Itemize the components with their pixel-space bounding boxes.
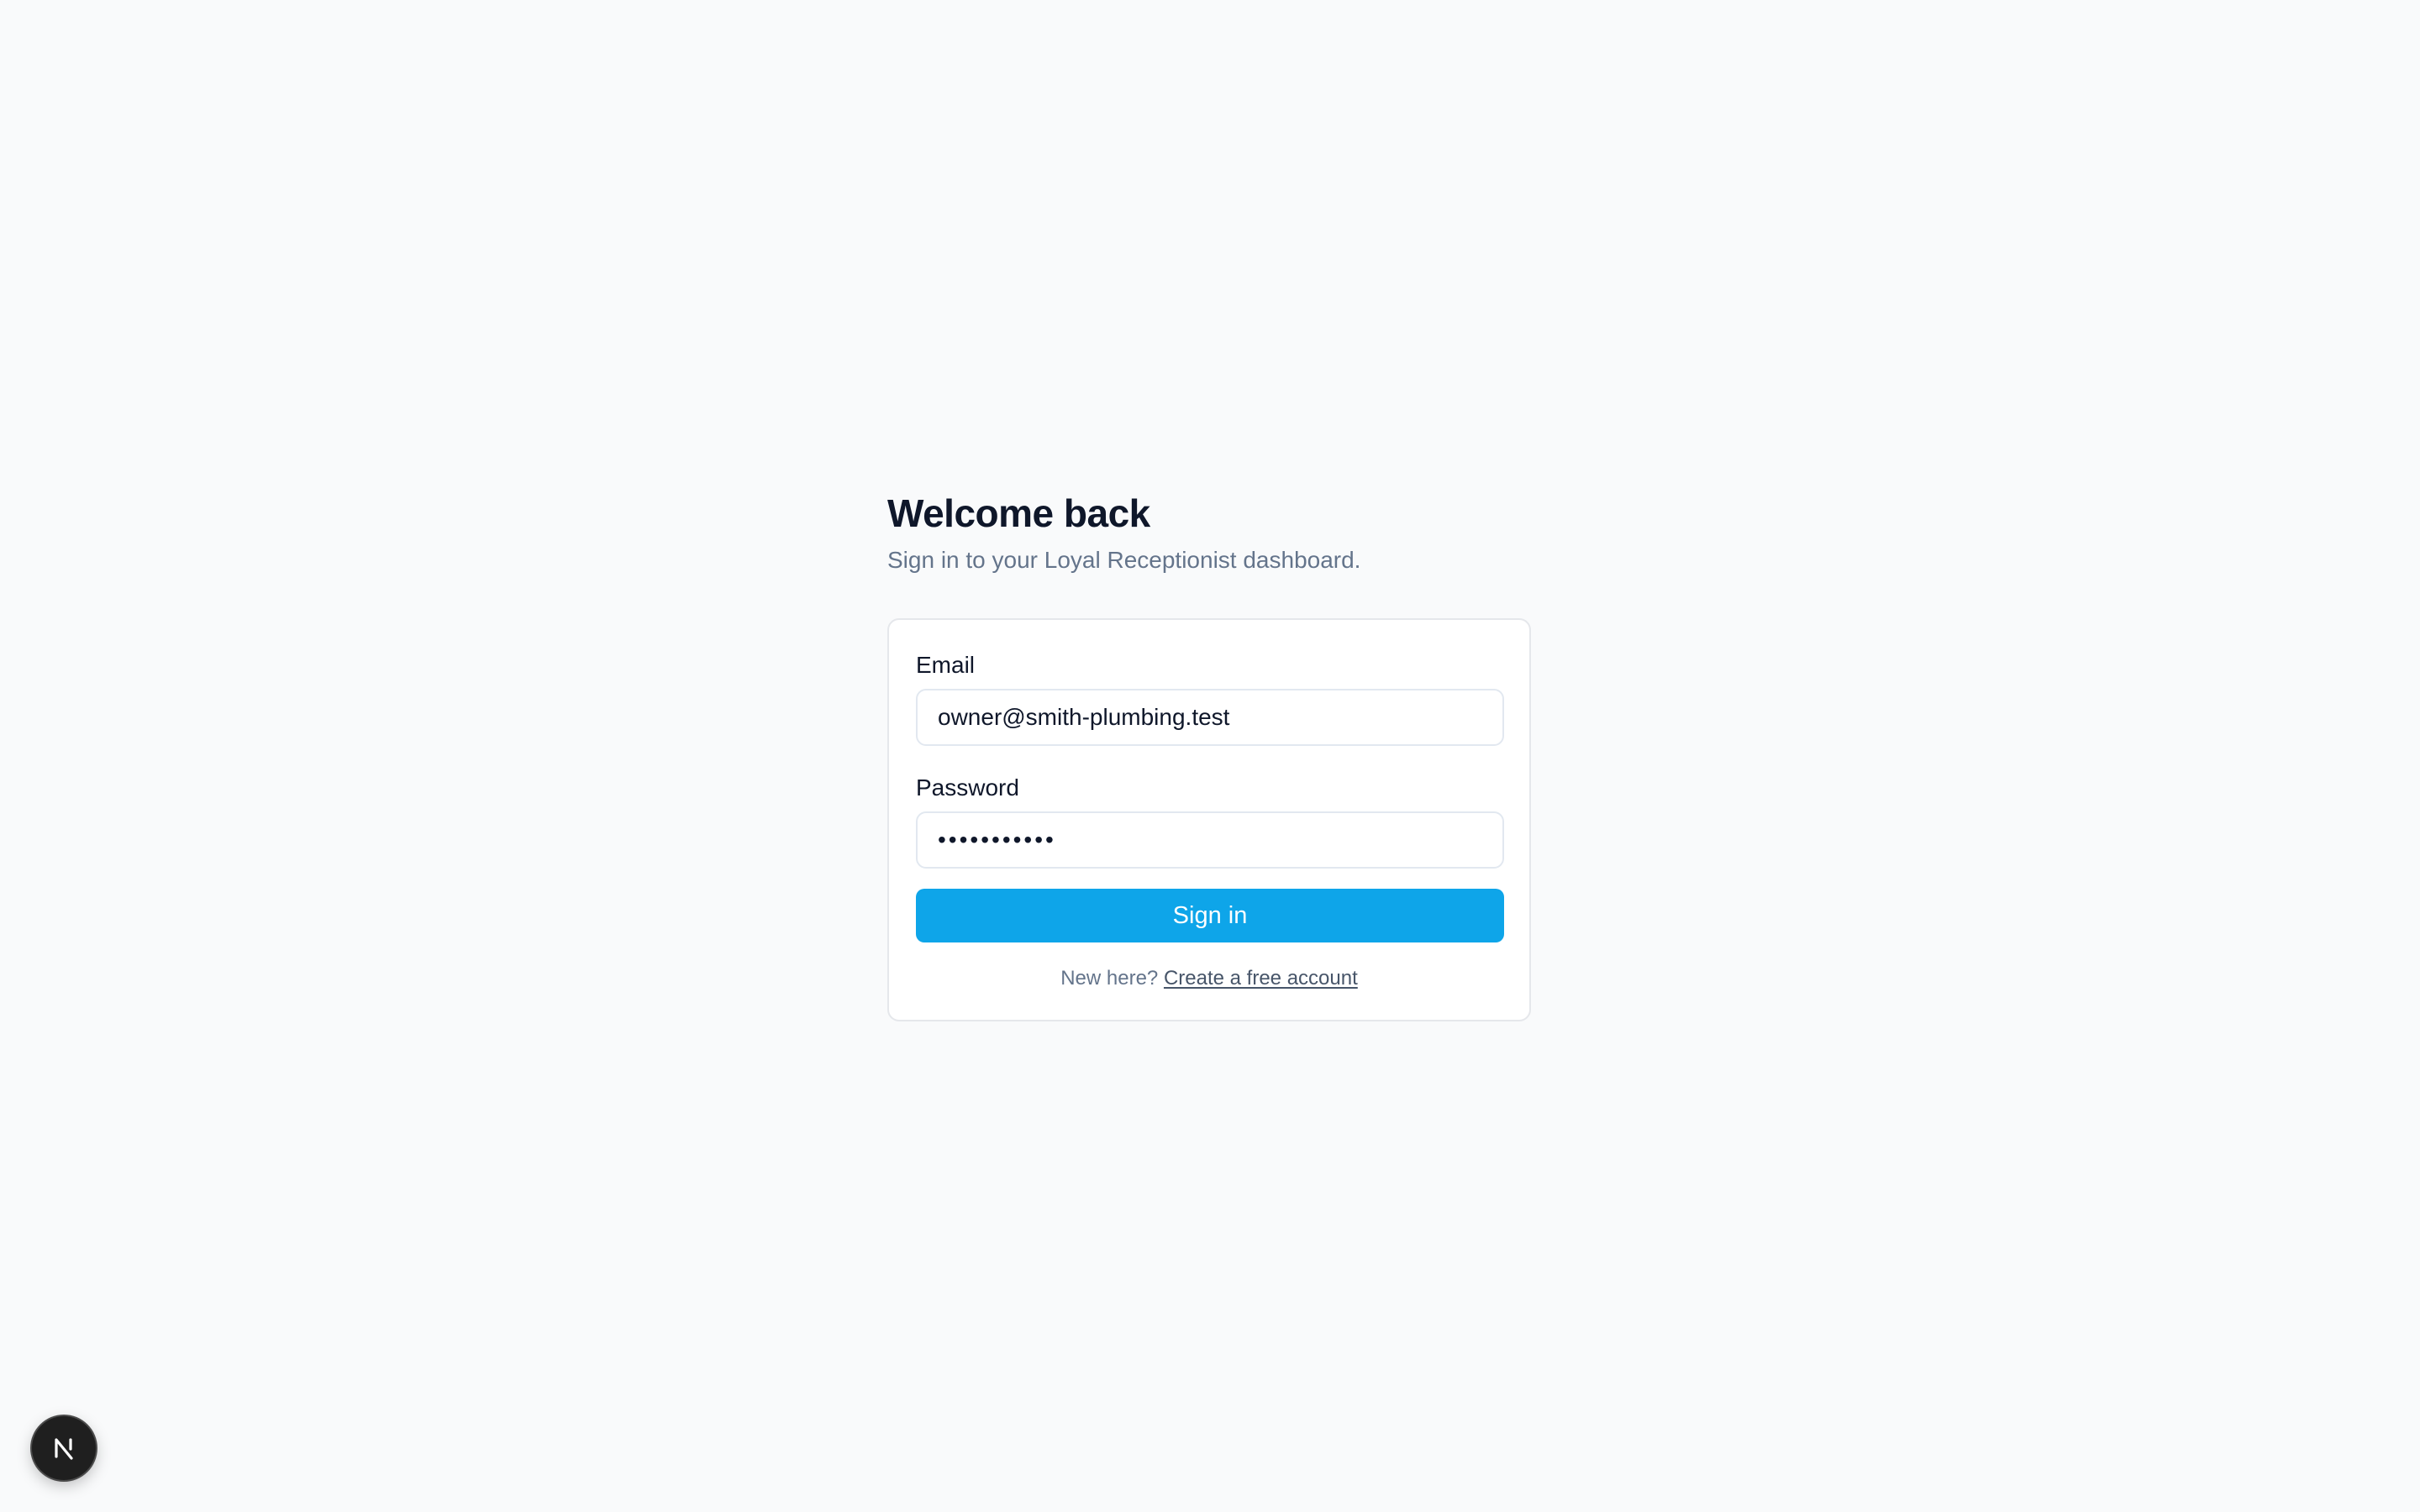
email-field[interactable] [916,689,1504,746]
page-title: Welcome back [887,491,1150,535]
sign-in-card: Email Password Sign in New here? Create … [887,618,1531,1021]
page-subtitle: Sign in to your Loyal Receptionist dashb… [887,547,1361,573]
nextjs-logo-icon [55,1438,73,1460]
nextjs-dev-badge[interactable] [32,1416,96,1480]
sign-in-button[interactable]: Sign in [916,889,1504,942]
login-panel: Welcome back Sign in to your Loyal Recep… [887,486,1533,1021]
signup-prompt: New here? Create a free account [916,964,1502,993]
create-account-link[interactable]: Create a free account [1164,967,1358,990]
email-label: Email [916,652,976,678]
signup-prompt-text: New here? [1060,967,1164,990]
password-field[interactable] [916,811,1504,869]
password-label: Password [916,774,1019,801]
